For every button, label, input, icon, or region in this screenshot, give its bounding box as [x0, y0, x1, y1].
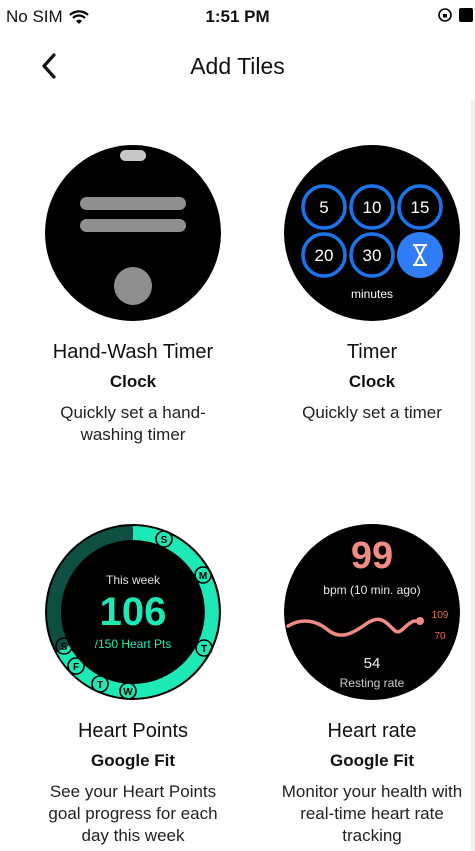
day-label: S	[161, 535, 168, 546]
scroll-edge	[471, 100, 475, 851]
tile-heart-points[interactable]: S M T W T F S This week 106 /150 Heart P…	[28, 522, 238, 847]
timer-option: 15	[411, 198, 430, 217]
tile-name: Heart rate	[327, 720, 417, 742]
timer-watch-preview: 5 10 15 20 30 minutes	[284, 145, 460, 321]
timer-option: 30	[363, 246, 382, 265]
tile-hand-wash-timer[interactable]: Hand-Wash Timer Clock Quickly set a hand…	[28, 143, 238, 446]
day-label: M	[199, 571, 207, 582]
battery-icon	[459, 8, 473, 22]
tile-name: Hand-Wash Timer	[52, 341, 214, 363]
page-title: Add Tiles	[190, 53, 285, 79]
tile-app: Clock	[348, 372, 396, 391]
tile-description: Quickly set a timer	[302, 403, 442, 422]
tile-description: Monitor your health with real-time heart…	[281, 782, 463, 845]
tile-description: See your Heart Points goal progress for …	[48, 782, 218, 845]
tile-app: Clock	[109, 372, 157, 391]
rotation-lock-icon	[438, 8, 452, 22]
day-label: S	[61, 642, 68, 653]
heart-points-value: 106	[100, 590, 167, 634]
resting-rate-label: Resting rate	[340, 676, 405, 690]
resting-rate-value: 54	[364, 655, 381, 672]
day-label: T	[201, 644, 207, 655]
day-label: W	[123, 687, 133, 698]
timer-option: 10	[363, 198, 382, 217]
tile-heart-rate[interactable]: 99 bpm (10 min. ago) 109 70 54 Resting r…	[267, 522, 475, 847]
heart-rate-min: 70	[434, 631, 446, 642]
timer-option: 20	[315, 246, 334, 265]
heart-rate-bpm: 99	[351, 535, 393, 577]
status-bar: No SIM 1:51 PM	[0, 0, 475, 34]
timer-option: 5	[319, 198, 328, 217]
heart-rate-max: 109	[432, 610, 449, 621]
status-time: 1:51 PM	[205, 7, 270, 26]
tile-app: Google Fit	[329, 751, 415, 770]
day-label: T	[97, 680, 103, 691]
nav-bar: Add Tiles	[0, 45, 475, 89]
hand-wash-watch-preview	[45, 145, 221, 321]
heart-points-watch-preview: S M T W T F S This week 106 /150 Heart P…	[45, 524, 221, 700]
tile-app: Google Fit	[90, 751, 176, 770]
tile-name: Heart Points	[77, 720, 189, 742]
day-label: F	[73, 662, 79, 673]
heart-points-goal: /150 Heart Pts	[95, 637, 172, 651]
heart-rate-bpm-label: bpm (10 min. ago)	[323, 583, 420, 597]
status-right	[437, 7, 473, 23]
timer-unit: minutes	[351, 287, 393, 301]
tile-description: Quickly set a hand-washing timer	[60, 403, 206, 444]
tile-name: Timer	[346, 341, 398, 363]
tile-timer[interactable]: 5 10 15 20 30 minutes Timer Clock Quickl…	[267, 143, 475, 424]
heart-rate-watch-preview: 99 bpm (10 min. ago) 109 70 54 Resting r…	[284, 524, 460, 700]
heart-points-period: This week	[106, 573, 161, 587]
